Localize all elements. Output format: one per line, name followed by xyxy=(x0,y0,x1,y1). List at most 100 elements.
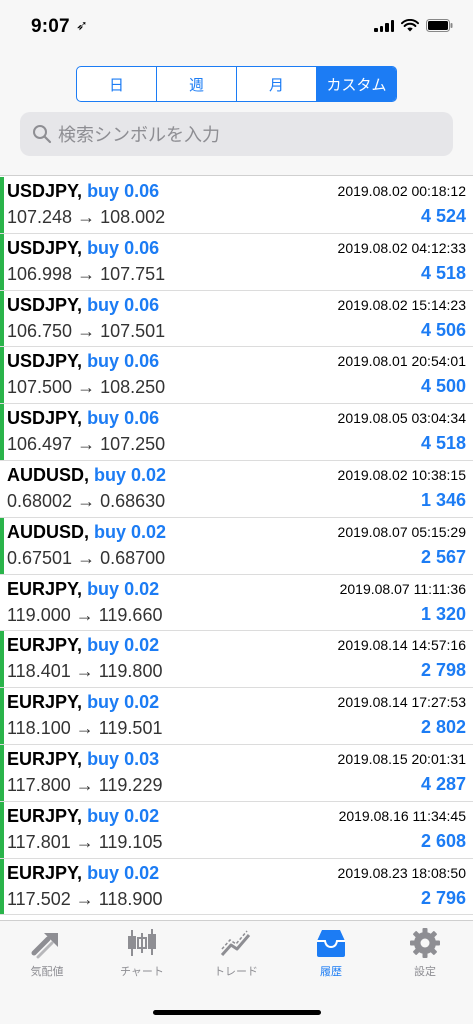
trade-prices: 0.67501 → 0.68700 xyxy=(7,547,166,568)
trade-symbol: EURJPY, buy 0.02 xyxy=(7,635,159,656)
location-icon: ➶ xyxy=(76,17,88,33)
trade-symbol: AUDUSD, buy 0.02 xyxy=(7,465,166,486)
tab-history[interactable]: 履歴 xyxy=(284,927,378,989)
trade-profit: 4 518 xyxy=(420,433,466,454)
trade-side: buy 0.03 xyxy=(87,748,160,769)
profit-marker xyxy=(0,688,4,744)
trade-row[interactable]: USDJPY, buy 0.06 106.497 → 107.250 2019.08… xyxy=(0,404,473,461)
tab-bar: 気配値 チャート トレード 履歴 設定 xyxy=(0,920,473,1024)
history-header: 日 週 月 カスタム 検索シンボルを入力 xyxy=(0,60,473,176)
trade-datetime: 2019.08.23 18:08:50 xyxy=(337,864,466,881)
profit-marker xyxy=(0,404,4,460)
tab-quotes[interactable]: 気配値 xyxy=(0,927,94,989)
trade-symbol: EURJPY, buy 0.03 xyxy=(7,749,159,770)
trade-prices: 107.248 → 108.002 xyxy=(7,207,166,227)
trade-profit: 2 798 xyxy=(420,660,466,681)
trade-side: buy 0.02 xyxy=(87,805,160,826)
trade-row[interactable]: USDJPY, buy 0.06 106.750 → 107.501 2019.08… xyxy=(0,290,473,348)
trade-datetime: 2019.08.01 20:54:01 xyxy=(337,353,466,370)
profit-marker xyxy=(0,517,4,574)
trade-profit: 2 608 xyxy=(420,830,466,851)
trade-side: buy 0.02 xyxy=(87,862,160,883)
profit-marker xyxy=(0,801,4,858)
trade-prices: 0.68002 → 0.68630 xyxy=(7,490,166,511)
trade-datetime: 2019.08.05 03:04:34 xyxy=(337,410,466,427)
segment-week[interactable]: 週 xyxy=(157,67,237,101)
segment-month[interactable]: 月 xyxy=(237,67,317,101)
trade-symbol: USDJPY, buy 0.06 xyxy=(7,295,159,316)
trade-prices: 119.000 → 119.660 xyxy=(7,604,163,625)
trade-symbol: EURJPY, buy 0.02 xyxy=(7,692,159,713)
segment-custom[interactable]: カスタム xyxy=(317,67,396,101)
trade-row[interactable]: USDJPY, buy 0.06 107.500 → 108.250 2019.08… xyxy=(0,347,473,405)
profit-marker xyxy=(0,744,4,801)
trade-profit: 4 518 xyxy=(420,262,466,283)
trade-prices: 107.500 → 108.250 xyxy=(7,377,166,398)
tab-label: 履歴 xyxy=(320,966,342,978)
trade-prices: 106.998 → 107.751 xyxy=(7,263,166,284)
status-bar: 9:07 ➶ xyxy=(0,0,473,60)
trade-symbol: EURJPY, buy 0.02 xyxy=(7,579,159,600)
trade-row[interactable]: USDJPY, buy 0.06 107.248 → 108.002 2019.08… xyxy=(0,177,473,234)
symbol-name: USDJPY, xyxy=(7,237,83,258)
trade-row[interactable]: EURJPY, buy 0.03 117.800 → 119.229 2019.08… xyxy=(0,744,473,802)
trade-symbol: AUDUSD, buy 0.02 xyxy=(7,522,166,543)
trade-row[interactable]: USDJPY, buy 0.06 106.998 → 107.751 2019.08… xyxy=(0,233,473,291)
tab-chart[interactable]: チャート xyxy=(95,927,189,989)
symbol-name: AUDUSD, xyxy=(7,521,90,542)
trade-datetime: 2019.08.02 00:18:12 xyxy=(337,183,466,199)
symbol-name: EURJPY, xyxy=(7,578,83,599)
history-icon xyxy=(317,930,345,957)
trade-row[interactable]: AUDUSD, buy 0.02 0.68002 → 0.68630 2019.08… xyxy=(0,460,473,518)
status-indicators xyxy=(374,19,453,32)
status-time: 9:07 xyxy=(31,16,70,37)
symbol-name: EURJPY, xyxy=(7,748,83,769)
trade-symbol: USDJPY, buy 0.06 xyxy=(7,238,159,259)
trade-datetime: 2019.08.02 04:12:33 xyxy=(337,239,466,256)
segment-day[interactable]: 日 xyxy=(77,67,157,101)
trade-datetime: 2019.08.07 11:11:36 xyxy=(339,580,466,597)
symbol-name: USDJPY, xyxy=(7,408,83,429)
trade-symbol: EURJPY, buy 0.02 xyxy=(7,806,159,827)
symbol-search-field[interactable]: 検索シンボルを入力 xyxy=(20,112,453,156)
symbol-name: EURJPY, xyxy=(7,862,83,883)
trade-profit: 4 287 xyxy=(420,773,466,794)
trade-profit: 4 506 xyxy=(420,319,466,340)
trade-side: buy 0.02 xyxy=(87,635,160,656)
search-placeholder: 検索シンボルを入力 xyxy=(58,125,220,145)
trade-datetime: 2019.08.02 15:14:23 xyxy=(337,296,466,313)
trade-profit: 2 567 xyxy=(420,546,466,567)
symbol-name: USDJPY, xyxy=(7,294,83,315)
trade-row[interactable]: EURJPY, buy 0.02 118.100 → 119.501 2019.08… xyxy=(0,688,473,745)
trade-profit: 1 346 xyxy=(420,489,466,510)
gear-icon xyxy=(410,928,440,958)
trade-icon xyxy=(220,930,251,957)
symbol-name: USDJPY, xyxy=(7,181,83,201)
trade-side: buy 0.02 xyxy=(87,578,160,599)
cellular-signal-icon xyxy=(374,19,394,32)
trade-row[interactable]: AUDUSD, buy 0.02 0.67501 → 0.68700 2019.08… xyxy=(0,517,473,575)
profit-marker xyxy=(0,631,4,688)
trade-profit: 2 796 xyxy=(420,887,466,908)
trade-prices: 117.800 → 119.229 xyxy=(7,774,163,795)
trade-prices: 117.801 → 119.105 xyxy=(7,831,163,852)
profit-marker xyxy=(0,177,4,233)
trade-row[interactable]: EURJPY, buy 0.02 117.801 → 119.105 2019.08… xyxy=(0,801,473,859)
trade-prices: 106.750 → 107.501 xyxy=(7,320,166,341)
home-indicator xyxy=(153,1010,321,1015)
trade-profit: 4 500 xyxy=(420,376,466,397)
symbol-name: EURJPY, xyxy=(7,635,83,656)
battery-icon xyxy=(426,19,453,32)
trade-symbol: USDJPY, buy 0.06 xyxy=(7,408,159,429)
profit-marker xyxy=(0,347,4,404)
trade-profit: 2 802 xyxy=(420,717,466,738)
trade-prices: 117.502 → 118.900 xyxy=(7,888,163,909)
trade-row[interactable]: EURJPY, buy 0.02 119.000 → 119.660 2019.08… xyxy=(0,574,473,632)
trade-row[interactable]: EURJPY, buy 0.02 117.502 → 118.900 2019.08… xyxy=(0,858,473,916)
tab-trade[interactable]: トレード xyxy=(189,927,283,989)
tab-settings[interactable]: 設定 xyxy=(378,927,472,989)
symbol-name: USDJPY, xyxy=(7,351,83,372)
trade-row[interactable]: EURJPY, buy 0.02 118.401 → 119.800 2019.08… xyxy=(0,631,473,689)
trade-symbol: EURJPY, buy 0.02 xyxy=(7,863,159,884)
quotes-icon xyxy=(31,933,58,959)
